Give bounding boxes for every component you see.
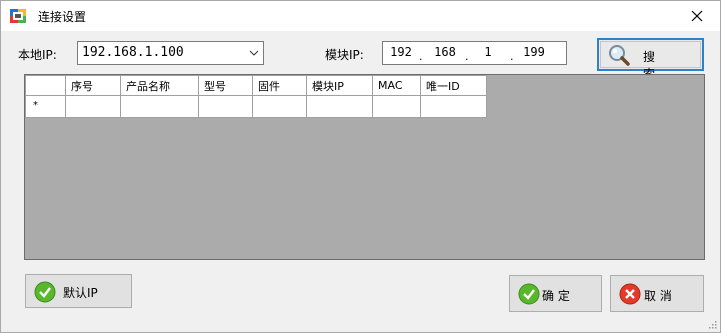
table-cell[interactable]: [120, 95, 199, 118]
default-ip-label: 默认IP: [63, 286, 98, 300]
column-header[interactable]: 产品名称: [120, 75, 199, 96]
module-ip-field[interactable]: 192 . 168 . 1 . 199: [382, 41, 567, 65]
table-cell[interactable]: [372, 95, 421, 118]
chevron-down-icon: [249, 50, 259, 56]
magnifier-icon: [609, 45, 630, 66]
column-header[interactable]: 模块IP: [306, 75, 373, 96]
cancel-button[interactable]: 取 消: [610, 275, 704, 312]
module-ip-octet-3[interactable]: 1: [473, 45, 503, 59]
check-circle-icon: [518, 283, 540, 305]
header-row: 序号 产品名称 型号 固件 模块IP MAC 唯一ID: [25, 75, 487, 96]
device-table: 序号 产品名称 型号 固件 模块IP MAC 唯一ID *: [25, 75, 487, 118]
table-cell[interactable]: [198, 95, 253, 118]
local-ip-select[interactable]: 192.168.1.100: [77, 41, 264, 65]
column-header[interactable]: 型号: [198, 75, 253, 96]
local-ip-value: 192.168.1.100: [82, 45, 184, 60]
check-circle-icon: [34, 281, 56, 303]
column-header[interactable]: MAC: [372, 75, 421, 96]
table-cell[interactable]: [252, 95, 307, 118]
row-header[interactable]: *: [25, 95, 66, 118]
cancel-label: 取 消: [644, 289, 672, 303]
module-ip-octet-1[interactable]: 192: [386, 45, 416, 59]
local-ip-label: 本地IP:: [18, 48, 57, 62]
ip-dot: .: [510, 50, 514, 63]
resize-grip[interactable]: [707, 319, 717, 329]
search-button[interactable]: 搜 索: [597, 38, 704, 81]
app-icon: [10, 9, 26, 23]
ok-button[interactable]: 确 定: [509, 275, 602, 312]
ip-dot: .: [419, 50, 423, 63]
new-row-marker: *: [33, 100, 38, 111]
table-cell[interactable]: [306, 95, 373, 118]
x-circle-icon: [619, 283, 641, 305]
close-icon: [691, 10, 703, 22]
connection-settings-window: 连接设置 本地IP: 192.168.1.100 模块IP: 192 . 168…: [0, 0, 721, 333]
ok-label: 确 定: [542, 289, 570, 303]
device-grid[interactable]: 序号 产品名称 型号 固件 模块IP MAC 唯一ID *: [24, 74, 705, 260]
module-ip-octet-4[interactable]: 199: [519, 45, 549, 59]
close-button[interactable]: [674, 1, 720, 31]
column-header[interactable]: 固件: [252, 75, 307, 96]
table-cell[interactable]: [65, 95, 121, 118]
module-ip-octet-2[interactable]: 168: [430, 45, 460, 59]
new-row[interactable]: *: [25, 95, 487, 118]
column-header[interactable]: 序号: [65, 75, 121, 96]
corner-header[interactable]: [25, 75, 66, 96]
default-ip-button[interactable]: 默认IP: [25, 274, 132, 308]
column-header[interactable]: 唯一ID: [420, 75, 487, 96]
window-title: 连接设置: [38, 10, 87, 24]
table-cell[interactable]: [420, 95, 487, 118]
ip-dot: .: [465, 50, 469, 63]
title-bar: 连接设置: [1, 1, 720, 31]
module-ip-label: 模块IP:: [325, 48, 364, 62]
